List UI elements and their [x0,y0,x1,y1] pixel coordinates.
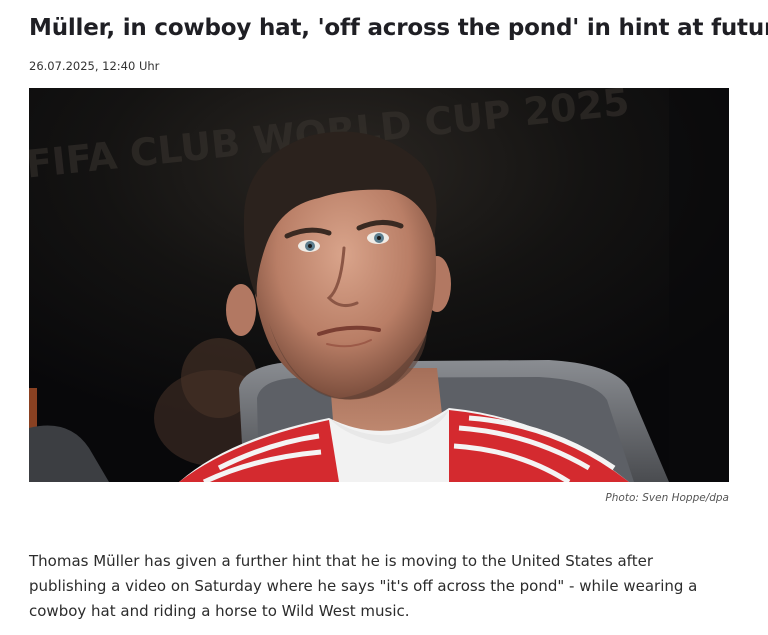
photo-credit: Photo: Sven Hoppe/dpa [605,492,729,504]
article-dateline: 26.07.2025, 12:40 Uhr [29,59,160,73]
photo-illustration: FIFA CLUB WORLD CUP 2025 [29,88,729,482]
article-body: Thomas Müller has given a further hint t… [29,552,698,620]
article-headline: Müller, in cowboy hat, 'off across the p… [29,15,768,41]
article-photo: FIFA CLUB WORLD CUP 2025 [29,88,729,482]
